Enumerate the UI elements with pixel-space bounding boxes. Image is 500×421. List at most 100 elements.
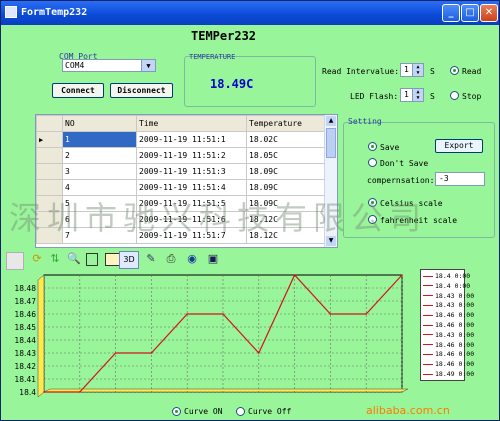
page-icon[interactable] xyxy=(86,253,98,266)
spinner-down-icon[interactable]: ▼ xyxy=(412,70,423,76)
view-3d-button[interactable]: 3D xyxy=(119,251,139,269)
curve-on-radio[interactable] xyxy=(172,407,181,416)
celsius-radio-label: Celsius scale xyxy=(380,199,443,208)
compensation-input[interactable]: -3 xyxy=(435,172,485,186)
table-cell[interactable]: 2009-11-19 11:51:1 xyxy=(136,131,247,148)
chevron-down-icon[interactable]: ▼ xyxy=(141,60,155,71)
move-icon[interactable]: ⇅ xyxy=(48,252,62,266)
table-cell[interactable]: 18.09C xyxy=(246,195,326,212)
read-interval-spinner[interactable]: 1 ▲ ▼ xyxy=(400,63,424,77)
table-cell[interactable]: 2009-11-19 11:51:6 xyxy=(136,211,247,228)
dont-save-radio[interactable] xyxy=(368,158,377,167)
table-cell[interactable]: 2009-11-19 11:51:3 xyxy=(136,163,247,180)
table-row[interactable]: 4 2009-11-19 11:51:4 18.09C xyxy=(36,179,326,196)
data-point xyxy=(186,313,188,315)
table-cell[interactable]: 18.09C xyxy=(246,163,326,180)
table-cell[interactable]: 6 xyxy=(62,211,137,228)
row-header[interactable] xyxy=(36,147,63,164)
table-cell[interactable]: 4 xyxy=(62,179,137,196)
stop-radio-label: Stop xyxy=(462,92,482,101)
scroll-down-icon[interactable]: ▼ xyxy=(326,236,336,246)
y-tick-label: 18.43 xyxy=(15,349,37,358)
table-cell[interactable]: 2009-11-19 11:51:2 xyxy=(136,147,247,164)
com-port-value: COM4 xyxy=(65,61,85,70)
y-tick-label: 18.45 xyxy=(15,323,37,332)
table-cell[interactable]: 18.05C xyxy=(246,147,326,164)
table-cell[interactable]: 2009-11-19 11:51:7 xyxy=(136,227,247,244)
table-row[interactable]: ▶ 1 2009-11-19 11:51:1 18.02C xyxy=(36,131,326,148)
row-header[interactable] xyxy=(36,195,63,212)
legend-item: 18.46 0:00 xyxy=(423,360,474,368)
table-cell[interactable]: 5 xyxy=(62,195,137,212)
table-cell[interactable]: 1 xyxy=(62,131,137,148)
export-button[interactable]: Export xyxy=(435,139,483,153)
com-port-select[interactable]: COM4 ▼ xyxy=(62,59,156,72)
column-header-no[interactable]: NO xyxy=(62,115,137,132)
zoom-icon[interactable]: 🔍 xyxy=(67,252,81,266)
table-row[interactable]: 5 2009-11-19 11:51:5 18.09C xyxy=(36,195,326,212)
table-cell[interactable]: 3 xyxy=(62,163,137,180)
led-flash-value: 1 xyxy=(404,90,409,99)
table-row[interactable]: 6 2009-11-19 11:51:6 18.12C xyxy=(36,211,326,228)
data-point xyxy=(43,391,45,393)
table-cell[interactable]: 2009-11-19 11:51:5 xyxy=(136,195,247,212)
chart-toolbar: ⟳ ⇅ 🔍 3D ✎ ⎙ ◉ ▣ xyxy=(2,250,499,270)
table-cell[interactable]: 2 xyxy=(62,147,137,164)
row-header[interactable] xyxy=(36,227,63,244)
connect-button[interactable]: Connect xyxy=(52,83,104,98)
table-cell[interactable]: 18.09C xyxy=(246,179,326,196)
maximize-button[interactable]: □ xyxy=(461,4,479,22)
save-radio[interactable] xyxy=(368,142,377,151)
spinner-down-icon[interactable]: ▼ xyxy=(412,95,423,101)
chart-area: 18.48 18.47 18.46 18.45 18.44 18.43 18.42 18.41… xyxy=(2,270,415,403)
table-row[interactable]: 2 2009-11-19 11:51:2 18.05C xyxy=(36,147,326,164)
table-cell[interactable]: 7 xyxy=(62,227,137,244)
save-icon[interactable]: ▣ xyxy=(206,252,220,266)
temperature-label: TEMPERATURE xyxy=(189,53,236,61)
table-row[interactable]: 3 2009-11-19 11:51:3 18.09C xyxy=(36,163,326,180)
table-cell[interactable]: 18.12C xyxy=(246,227,326,244)
minimize-button[interactable]: _ xyxy=(442,4,460,22)
print-icon[interactable]: ⎙ xyxy=(164,252,178,266)
data-point xyxy=(222,313,224,315)
compensation-label: compernsation: xyxy=(367,176,435,185)
table-row[interactable]: 7 2009-11-19 11:51:7 18.12C xyxy=(36,227,326,244)
row-header[interactable] xyxy=(36,179,63,196)
table-cell[interactable]: 2009-11-19 11:51:4 xyxy=(136,179,247,196)
refresh-icon[interactable]: ⟳ xyxy=(30,252,44,266)
legend-item: 18.46 0:00 xyxy=(423,311,474,319)
led-flash-spinner[interactable]: 1 ▲ ▼ xyxy=(400,88,424,102)
row-header[interactable] xyxy=(36,163,63,180)
chart-edit-icon[interactable]: ✎ xyxy=(144,252,158,266)
disconnect-button[interactable]: Disconnect xyxy=(110,83,173,98)
data-point xyxy=(150,352,153,354)
close-button[interactable]: ✕ xyxy=(480,4,498,22)
table-cell[interactable]: 18.02C xyxy=(246,131,326,148)
y-tick-label: 18.4 xyxy=(19,388,36,397)
edit-icon[interactable] xyxy=(105,253,120,266)
column-header-time[interactable]: Time xyxy=(136,115,247,132)
window-title: FormTemp232 xyxy=(21,7,88,18)
read-radio-label: Read xyxy=(462,67,482,76)
legend-item: 18.43 0:00 xyxy=(423,292,474,300)
column-header-temperature[interactable]: Temperature xyxy=(246,115,326,132)
legend-item: 18.46 0:00 xyxy=(423,350,474,358)
curve-off-radio[interactable] xyxy=(236,407,245,416)
legend-item: 18.43 0:00 xyxy=(423,301,474,309)
new-icon[interactable] xyxy=(6,252,24,270)
grid-scrollbar[interactable]: ▲ ▼ xyxy=(324,115,337,247)
export-image-icon[interactable]: ◉ xyxy=(185,252,199,266)
stop-radio[interactable] xyxy=(450,91,459,100)
fahrenheit-radio[interactable] xyxy=(368,215,377,224)
data-grid[interactable]: NO Time Temperature ▶ 1 2009-11-19 11:51… xyxy=(35,114,338,248)
read-radio[interactable] xyxy=(450,66,459,75)
celsius-radio[interactable] xyxy=(368,198,377,207)
scroll-thumb[interactable] xyxy=(326,128,336,158)
table-cell[interactable]: 18.12C xyxy=(246,211,326,228)
scroll-up-icon[interactable]: ▲ xyxy=(326,116,336,126)
setting-label: Setting xyxy=(348,117,382,126)
row-header[interactable] xyxy=(36,211,63,228)
table-header-row: NO Time Temperature xyxy=(36,115,326,132)
data-point xyxy=(329,313,332,315)
title-bar[interactable]: FormTemp232 _ □ ✕ xyxy=(1,1,499,25)
